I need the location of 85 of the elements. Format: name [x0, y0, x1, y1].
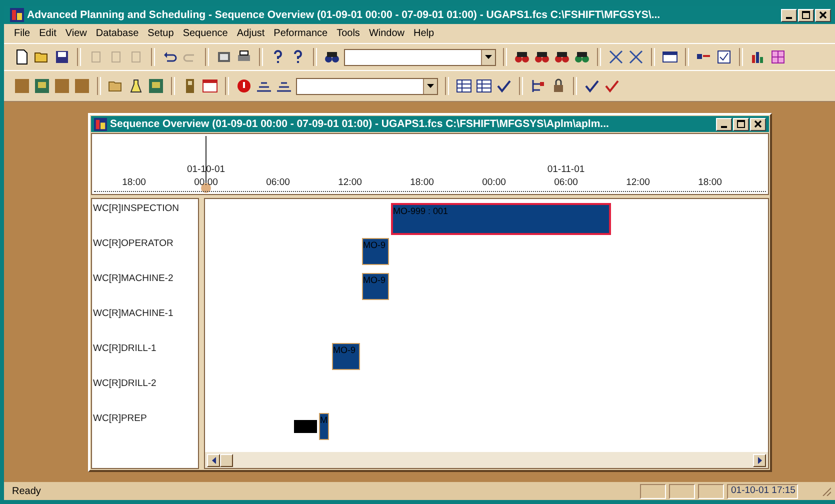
time-label: 00:00	[482, 177, 506, 188]
status-pane	[698, 484, 724, 498]
menu-item[interactable]: Help	[414, 28, 434, 39]
scroll-thumb[interactable]	[220, 454, 233, 466]
time-label: 12:00	[338, 177, 362, 188]
status-pane	[640, 484, 666, 498]
caret-icon	[427, 84, 434, 88]
binoculars-next-icon[interactable]	[574, 49, 590, 65]
time-label: 06:00	[266, 177, 290, 188]
window-icon[interactable]	[662, 49, 678, 65]
time-label: 18:00	[122, 177, 146, 188]
resource-label: WC[R]MACHINE-1	[93, 308, 174, 319]
menu-item[interactable]: Adjust	[236, 28, 265, 39]
minimize-button[interactable]	[716, 118, 732, 130]
time-label: 12:00	[626, 177, 650, 188]
bar-chart-icon[interactable]	[750, 49, 766, 65]
binoculars-find-icon[interactable]	[514, 49, 530, 65]
horizontal-scrollbar[interactable]	[205, 452, 768, 468]
print-preview-icon[interactable]	[216, 49, 232, 65]
menu-item[interactable]: File	[14, 28, 30, 39]
menu-item[interactable]: Sequence	[182, 28, 228, 39]
status-datetime: 01-10-01 17:15	[727, 484, 798, 498]
maximize-icon	[802, 11, 810, 19]
save-icon[interactable]	[54, 49, 70, 65]
close-icon	[754, 120, 762, 128]
binoculars-find-icon[interactable]	[534, 49, 550, 65]
table-icon[interactable]	[456, 78, 472, 94]
search-dropdown[interactable]	[344, 48, 496, 66]
status-pane	[669, 484, 695, 498]
resource-label: WC[R]DRILL-2	[93, 378, 156, 389]
time-label: 06:00	[554, 177, 578, 188]
resize-grip-icon[interactable]	[821, 486, 831, 496]
resource-label: WC[R]MACHINE-2	[93, 273, 174, 284]
date-label: 01-11-01	[547, 164, 585, 175]
menu-item[interactable]: View	[65, 28, 87, 39]
dropdown-field[interactable]	[296, 78, 438, 94]
resource-label: WC[R]INSPECTION	[93, 203, 180, 214]
arrow-right-icon	[758, 456, 762, 464]
minimize-button[interactable]	[781, 8, 797, 22]
close-icon	[819, 11, 827, 19]
stop-icon[interactable]	[236, 78, 252, 94]
resource-label: WC[R]DRILL-1	[93, 343, 156, 354]
new-file-icon[interactable]	[14, 49, 30, 65]
menu-item[interactable]: Window	[368, 28, 405, 39]
resource-label: WC[R]OPERATOR	[93, 238, 174, 249]
expand-icon[interactable]	[628, 49, 644, 65]
maximize-button[interactable]	[798, 8, 814, 22]
menu-item[interactable]: Edit	[39, 28, 56, 39]
binoculars-icon[interactable]	[324, 49, 340, 65]
menu-item[interactable]: Peformance	[274, 28, 328, 39]
status-message: Ready	[12, 486, 42, 496]
menu-item[interactable]: Tools	[336, 28, 360, 39]
close-button[interactable]	[815, 8, 831, 22]
window-title: Advanced Planning and Scheduling - Sequence Overview (01-09-01 00:00 - 07-09-01 01:00) - UGAPS1.fcs C:\FSHIFT\MFGSYS\...	[27, 9, 662, 21]
calendar-icon[interactable]	[202, 78, 218, 94]
window-title: Sequence Overview (01-09-01 00:00 - 07-09-01 01:00) - UGAPS1.fcs C:\FSHIFT\MFGSYS\Aplm\aplm...	[110, 118, 610, 130]
window-icon	[94, 118, 107, 130]
scroll-left-button[interactable]	[207, 454, 220, 466]
time-label: 18:00	[410, 177, 434, 188]
maximize-button[interactable]	[733, 118, 749, 130]
checkbox-icon[interactable]	[716, 49, 732, 65]
check-icon[interactable]	[584, 78, 600, 94]
tree-icon[interactable]	[530, 78, 546, 94]
close-button[interactable]	[750, 118, 766, 130]
collapse-icon[interactable]	[608, 49, 624, 65]
app-icon	[10, 8, 24, 22]
scroll-right-button[interactable]	[753, 454, 766, 466]
time-label: 18:00	[698, 177, 722, 188]
square-icon[interactable]	[14, 78, 30, 94]
arrow-left-icon	[212, 456, 216, 464]
caret-icon	[485, 55, 492, 59]
square-icon[interactable]	[74, 78, 90, 94]
table-icon[interactable]	[476, 78, 492, 94]
checkmark-icon[interactable]	[604, 78, 620, 94]
maximize-icon	[737, 120, 745, 128]
image-icon[interactable]	[34, 78, 50, 94]
grid-icon[interactable]	[770, 49, 786, 65]
resource-label: WC[R]PREP	[93, 413, 147, 424]
square-icon[interactable]	[54, 78, 70, 94]
image-icon[interactable]	[148, 78, 164, 94]
menu-item[interactable]: Setup	[148, 28, 174, 39]
flask-icon[interactable]	[128, 78, 144, 94]
binoculars-find-icon[interactable]	[554, 49, 570, 65]
check-icon[interactable]	[496, 78, 512, 94]
menu-item[interactable]: Database	[96, 28, 139, 39]
